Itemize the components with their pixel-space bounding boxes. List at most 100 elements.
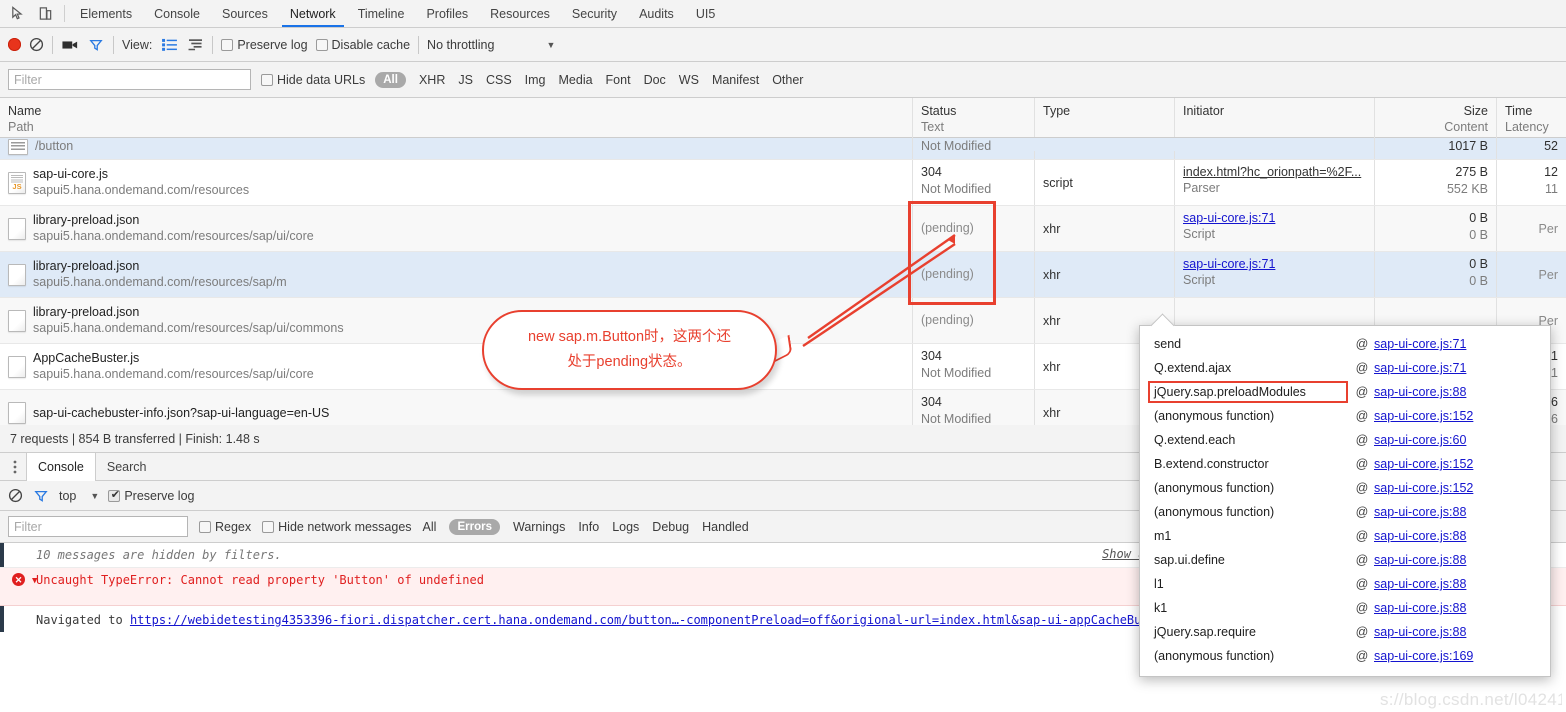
record-button[interactable] [8,38,21,51]
frame-source-link[interactable]: sap-ui-core.js:88 [1374,505,1466,519]
more-options-icon[interactable] [4,453,26,480]
type-filter-js[interactable]: JS [458,73,473,87]
frame-function: k1 [1154,601,1168,615]
frame-function: (anonymous function) [1154,649,1275,663]
table-row[interactable]: library-preload.json sapui5.hana.ondeman… [0,206,1566,252]
column-header-initiator[interactable]: Initiator [1174,98,1374,137]
network-filter-bar: Hide data URLs All XHR JS CSS Img Media Font Do… [0,62,1566,98]
preserve-log-checkbox[interactable]: Preserve log [221,38,308,52]
console-preserve-log-checkbox[interactable]: Preserve log [108,488,195,503]
callstack-frame: B.extend.constructor @ sap-ui-core.js:15… [1140,452,1550,476]
type-filter-ws[interactable]: WS [679,73,699,87]
cell-size: 1017 B [1374,134,1496,159]
tab-timeline[interactable]: Timeline [347,0,416,27]
frame-source-link[interactable]: sap-ui-core.js:88 [1374,625,1466,639]
column-header-size[interactable]: Size Content [1374,98,1496,137]
frame-source-link[interactable]: sap-ui-core.js:88 [1374,553,1466,567]
nav-url-link[interactable]: https://webidetesting4353396-fiori.dispa… [130,613,1214,627]
callout-line-1: new sap.m.Button时，这两个还 [527,329,732,345]
frame-source-link[interactable]: sap-ui-core.js:152 [1374,481,1473,495]
type-filter-all[interactable]: All [375,71,406,88]
type-filter-doc[interactable]: Doc [644,73,666,87]
camera-icon[interactable] [61,36,79,54]
tab-sources[interactable]: Sources [211,0,279,27]
cell-status: (pending) [912,298,1034,343]
column-header-status[interactable]: Status Text [912,98,1034,137]
hide-network-messages-checkbox[interactable]: Hide network messages [262,520,412,534]
cell-status: Not Modified [912,134,1034,159]
inspect-element-icon[interactable] [8,5,26,23]
initiator-callstack-popup: send @ sap-ui-core.js:71 Q.extend.ajax @… [1139,325,1551,677]
table-row[interactable]: /button Not Modified 1017 B 52 [0,134,1566,160]
frame-source-link[interactable]: sap-ui-core.js:71 [1374,361,1466,375]
tab-profiles[interactable]: Profiles [415,0,479,27]
expand-triangle-icon[interactable]: ▼ [32,572,37,590]
frame-source-link[interactable]: sap-ui-core.js:88 [1374,385,1466,399]
at-symbol: @ [1355,385,1369,399]
level-filter-warnings[interactable]: Warnings [513,520,565,534]
regex-checkbox[interactable]: Regex [199,520,251,534]
tab-console[interactable]: Console [143,0,211,27]
level-filter-info[interactable]: Info [578,520,599,534]
network-filter-input[interactable] [8,69,251,90]
column-header-time[interactable]: Time Latency [1496,98,1566,137]
time-total: Per [1538,222,1558,236]
level-filter-all[interactable]: All [423,520,437,534]
initiator-link[interactable]: sap-ui-core.js:71 [1183,256,1366,272]
frame-source-link[interactable]: sap-ui-core.js:88 [1374,529,1466,543]
frame-source-link[interactable]: sap-ui-core.js:88 [1374,577,1466,591]
request-type: xhr [1043,221,1061,236]
tab-security[interactable]: Security [561,0,628,27]
type-filter-font[interactable]: Font [606,73,631,87]
drawer-tab-search[interactable]: Search [96,453,158,480]
tab-elements[interactable]: Elements [69,0,143,27]
tab-ui5[interactable]: UI5 [685,0,726,27]
frame-function: sap.ui.define [1154,553,1225,567]
type-filter-css[interactable]: CSS [486,73,512,87]
at-symbol: @ [1355,577,1369,591]
clear-icon[interactable] [29,37,44,52]
throttling-select[interactable]: No throttling ▼ [427,38,555,52]
frame-source-link[interactable]: sap-ui-core.js:169 [1374,649,1473,663]
initiator-link[interactable]: sap-ui-core.js:71 [1183,210,1366,226]
hide-data-urls-checkbox[interactable]: Hide data URLs [261,73,365,87]
column-header-name[interactable]: Name Path [0,98,912,137]
tab-label: Security [571,6,618,21]
frame-source-link[interactable]: sap-ui-core.js:152 [1374,457,1473,471]
type-filter-img[interactable]: Img [525,73,546,87]
callstack-frame: Q.extend.ajax @ sap-ui-core.js:71 [1140,356,1550,380]
filter-funnel-icon[interactable] [32,487,50,505]
initiator-link[interactable]: index.html?hc_orionpath=%2F... [1183,164,1366,180]
console-context-select[interactable]: top ▼ [59,489,99,503]
filter-funnel-icon[interactable] [87,36,105,54]
type-filter-media[interactable]: Media [559,73,593,87]
waterfall-view-icon[interactable] [186,36,204,54]
type-filter-other[interactable]: Other [772,73,803,87]
column-header-type[interactable]: Type [1034,98,1174,137]
frame-source-link[interactable]: sap-ui-core.js:152 [1374,409,1473,423]
table-row[interactable]: sap-ui-core.js sapui5.hana.ondemand.com/… [0,160,1566,206]
level-filter-errors[interactable]: Errors [449,518,500,535]
initiator-sub: Script [1183,227,1215,241]
level-filter-debug[interactable]: Debug [652,520,689,534]
device-toolbar-icon[interactable] [36,5,54,23]
type-filter-manifest[interactable]: Manifest [712,73,759,87]
type-filter-xhr[interactable]: XHR [419,73,445,87]
frame-function: (anonymous function) [1154,505,1275,519]
level-filter-handled[interactable]: Handled [702,520,749,534]
list-view-icon[interactable] [160,36,178,54]
clear-console-icon[interactable] [8,488,23,503]
frame-source-link[interactable]: sap-ui-core.js:88 [1374,601,1466,615]
disable-cache-checkbox[interactable]: Disable cache [315,38,410,52]
tab-audits[interactable]: Audits [628,0,685,27]
cell-status: (pending) [912,252,1034,297]
tab-network[interactable]: Network [279,0,347,27]
frame-source-link[interactable]: sap-ui-core.js:71 [1374,337,1466,351]
frame-source-link[interactable]: sap-ui-core.js:60 [1374,433,1466,447]
drawer-tab-console[interactable]: Console [26,453,96,481]
level-filter-logs[interactable]: Logs [612,520,639,534]
table-row[interactable]: library-preload.json sapui5.hana.ondeman… [0,252,1566,298]
console-filter-input[interactable] [8,516,188,537]
tab-resources[interactable]: Resources [479,0,561,27]
size-content: 0 B [1469,228,1488,242]
